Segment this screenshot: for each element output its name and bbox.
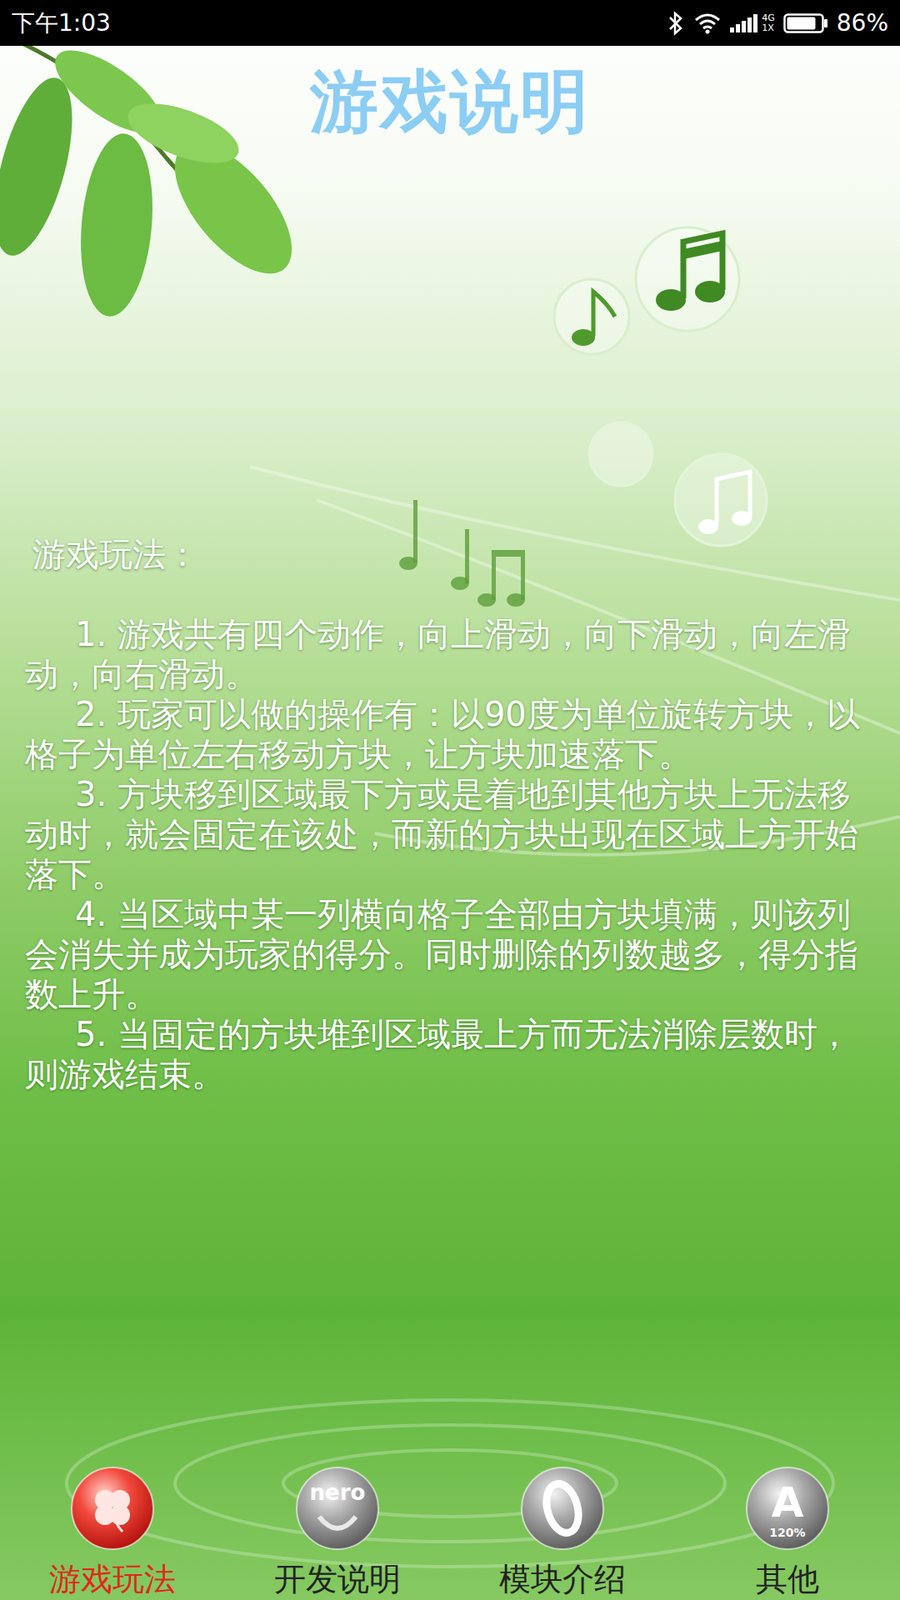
- rule-item: 4. 当区域中某一列横向格子全部由方块填满，则该列会消失并成为玩家的得分。同时删…: [25, 894, 875, 1015]
- status-time: 下午1:03: [11, 7, 111, 40]
- tab-bar: 游戏玩法 nero 开发说明 模块介绍 A120% 其他: [0, 1465, 900, 1600]
- battery-percent: 86%: [836, 9, 889, 37]
- rule-item: 5. 当固定的方块堆到区域最上方而无法消除层数时，则游戏结束。: [25, 1014, 875, 1095]
- leaves-icon: [0, 33, 314, 320]
- nero-icon: nero: [294, 1465, 381, 1552]
- status-bar: 下午1:03 4G1X 86%: [0, 0, 900, 46]
- tab-item[interactable]: 游戏玩法: [0, 1465, 225, 1599]
- rule-item: 2. 玩家可以做的操作有：以90度为单位旋转方块，以格子为单位左右移动方块，让方…: [25, 694, 875, 775]
- tab-item[interactable]: nero 开发说明: [225, 1465, 450, 1599]
- notes-icon: [399, 500, 525, 607]
- rules-heading: 游戏玩法：: [25, 534, 875, 575]
- clover-icon: [69, 1465, 156, 1552]
- tab-item[interactable]: 模块介绍: [450, 1465, 675, 1599]
- page-title: 游戏说明: [0, 60, 900, 143]
- music-bubbles-icon: [554, 227, 767, 546]
- network-bottom: 1X: [761, 23, 775, 34]
- water-ripple-icon: [66, 1400, 834, 1567]
- rule-item: 1. 游戏共有四个动作，向上滑动，向下滑动，向左滑动，向右滑动。: [25, 614, 875, 695]
- tab-label: 其他: [755, 1560, 820, 1599]
- svg-text:120%: 120%: [769, 1525, 805, 1540]
- signal-icon: [730, 12, 759, 35]
- tab-label: 游戏玩法: [49, 1560, 176, 1599]
- tab-item[interactable]: A120% 其他: [675, 1465, 900, 1599]
- battery-icon: [783, 12, 829, 35]
- bluetooth-icon: [666, 10, 685, 36]
- wifi-icon: [693, 11, 722, 35]
- status-icons: 4G1X 86%: [666, 9, 889, 37]
- network-top: 4G: [761, 13, 775, 24]
- ring-icon: [519, 1465, 606, 1552]
- tab-label: 模块介绍: [499, 1560, 626, 1599]
- svg-text:nero: nero: [310, 1480, 366, 1505]
- rule-item: 3. 方块移到区域最下方或是着地到其他方块上无法移动时，就会固定在该处，而新的方…: [25, 774, 875, 895]
- rules-section: 游戏玩法： 1. 游戏共有四个动作，向上滑动，向下滑动，向左滑动，向右滑动。2. …: [0, 534, 900, 1095]
- tab-label: 开发说明: [274, 1560, 401, 1599]
- network-type: 4G1X: [761, 13, 775, 34]
- instructions-screen: 下午1:03 4G1X 86% 游戏说明游戏玩法： 1. 游戏共有四个动作，向上滑动，向…: [0, 0, 900, 1600]
- letter-icon: A120%: [744, 1465, 831, 1552]
- svg-text:A: A: [771, 1478, 805, 1527]
